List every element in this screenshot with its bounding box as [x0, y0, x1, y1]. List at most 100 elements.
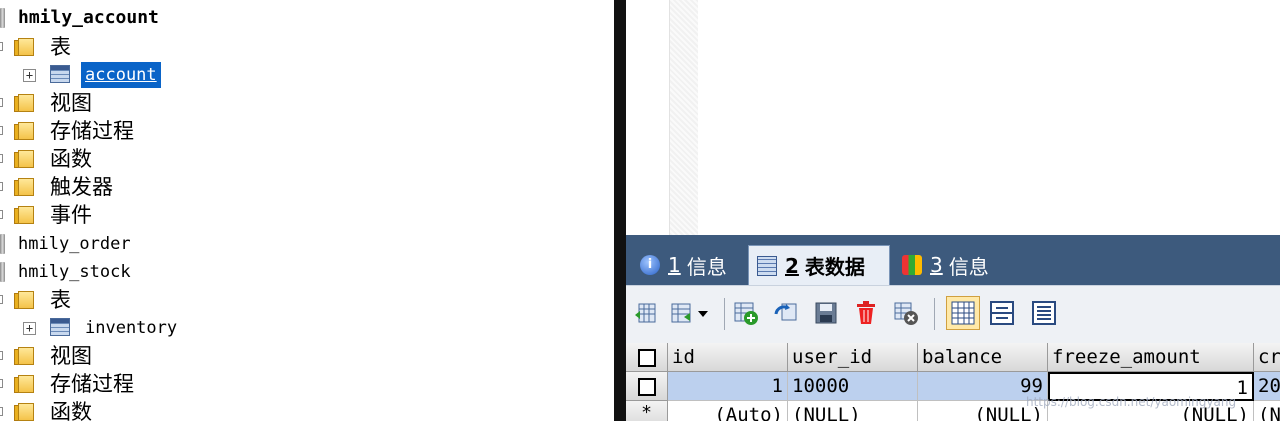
tree-connector-icon — [0, 42, 3, 51]
tab-table-data[interactable]: 2 表数据 — [748, 245, 890, 285]
tree-node-table-account[interactable]: + account — [0, 62, 161, 88]
tree-node-label: hmily_account — [18, 7, 159, 28]
folder-icon — [14, 291, 36, 309]
new-row-marker: * — [626, 401, 668, 421]
import-dropdown-icon[interactable] — [668, 299, 712, 327]
tree-connector-icon — [0, 295, 3, 304]
fold-margin — [670, 0, 698, 235]
folder-icon — [14, 178, 36, 196]
insert-row-icon[interactable] — [732, 299, 760, 327]
column-header-balance[interactable]: balance — [918, 343, 1048, 372]
result-tabs: i 1 信息 2 表数据 3 信息 — [626, 235, 1280, 285]
cell-create-time[interactable]: 20 — [1254, 372, 1280, 401]
tree-connector-icon — [0, 182, 3, 191]
tab-label: 信息 — [686, 254, 727, 279]
tree-node-table-inventory[interactable]: + inventory — [0, 315, 177, 341]
cell-create-time[interactable]: (N — [1254, 401, 1280, 421]
expand-icon[interactable]: + — [23, 69, 36, 82]
grid-toolbar — [626, 285, 1280, 343]
tree-node-label: 触发器 — [50, 175, 113, 199]
chart-icon — [902, 255, 922, 275]
tree-node-db-hmily-order[interactable]: hmily_order — [0, 231, 131, 257]
tab-label: 信息 — [948, 254, 989, 279]
table-icon — [50, 318, 70, 336]
tab-number: 3 — [930, 253, 943, 277]
cell-id[interactable]: 1 — [668, 372, 788, 401]
tab-number: 2 — [785, 253, 799, 278]
delete-icon[interactable] — [852, 299, 880, 327]
line-number-gutter — [626, 0, 670, 235]
database-icon — [0, 262, 5, 282]
tree-node-triggers[interactable]: 触发器 — [0, 174, 113, 200]
object-browser-tree: hmily_account 表 + account 视图 存储过程 函数 触发器 — [0, 0, 614, 421]
export-icon[interactable] — [632, 299, 660, 327]
row-select-checkbox[interactable] — [626, 372, 668, 401]
tree-node-label: 存储过程 — [50, 372, 134, 396]
tree-node-label: 事件 — [50, 203, 92, 227]
folder-icon — [14, 94, 36, 112]
tree-node-label: hmily_stock — [18, 262, 131, 282]
tab-label: 表数据 — [804, 255, 865, 279]
column-header-id[interactable]: id — [668, 343, 788, 372]
tab-info-3[interactable]: 3 信息 — [894, 245, 1014, 285]
tree-node-label: 表 — [50, 35, 71, 59]
tree-node-label: hmily_order — [18, 234, 131, 254]
tree-node-procedures[interactable]: 存储过程 — [0, 118, 134, 144]
tree-node-events[interactable]: 事件 — [0, 202, 92, 228]
cell-user-id[interactable]: 10000 — [788, 372, 918, 401]
database-icon — [0, 8, 5, 28]
folder-icon — [14, 122, 36, 140]
tree-node-views[interactable]: 视图 — [0, 343, 92, 369]
tree-node-label: 函数 — [50, 400, 92, 421]
tree-node-label: 表 — [50, 288, 71, 312]
query-panel: i 1 信息 2 表数据 3 信息 id user_id balance fre… — [626, 0, 1280, 421]
form-view-icon[interactable] — [988, 299, 1016, 327]
folder-icon — [14, 347, 36, 365]
folder-icon — [14, 38, 36, 56]
tab-number: 1 — [668, 253, 681, 277]
cancel-icon[interactable] — [892, 299, 920, 327]
tree-node-label: 视图 — [50, 91, 92, 115]
cell-id[interactable]: (Auto) — [668, 401, 788, 421]
panel-splitter[interactable] — [614, 0, 626, 421]
column-header-create-time[interactable]: cr — [1254, 343, 1280, 372]
tab-info-1[interactable]: i 1 信息 — [632, 245, 744, 285]
info-icon: i — [640, 255, 660, 275]
tree-node-db-hmily-stock[interactable]: hmily_stock — [0, 259, 131, 285]
tree-node-functions[interactable]: 函数 — [0, 146, 92, 172]
tree-connector-icon — [0, 407, 3, 416]
table-icon — [50, 65, 70, 83]
folder-icon — [14, 375, 36, 393]
query-editor[interactable] — [626, 0, 1280, 235]
refresh-icon[interactable] — [772, 299, 800, 327]
tree-node-label: 视图 — [50, 344, 92, 368]
column-header-user-id[interactable]: user_id — [788, 343, 918, 372]
database-icon — [0, 234, 5, 254]
tree-connector-icon — [0, 379, 3, 388]
tree-connector-icon — [0, 98, 3, 107]
save-icon[interactable] — [812, 299, 840, 327]
toolbar-separator — [934, 298, 935, 330]
select-all-checkbox[interactable] — [626, 343, 668, 372]
column-header-freeze-amount[interactable]: freeze_amount — [1048, 343, 1254, 372]
table-grid-icon — [757, 255, 777, 276]
tree-connector-icon — [0, 154, 3, 163]
text-view-icon[interactable] — [1030, 299, 1058, 327]
grid-view-icon[interactable] — [946, 296, 980, 330]
result-grid: id user_id balance freeze_amount cr 1 10… — [626, 343, 1280, 421]
folder-icon — [14, 150, 36, 168]
tree-node-views[interactable]: 视图 — [0, 90, 92, 116]
cell-user-id[interactable]: (NULL) — [788, 401, 918, 421]
tree-node-tables[interactable]: 表 — [0, 287, 71, 313]
tree-node-label: 函数 — [50, 147, 92, 171]
watermark: https://blog.csdn.net/yaomingyang — [1026, 395, 1237, 409]
tree-node-label: account — [81, 62, 161, 88]
tree-node-label: 存储过程 — [50, 119, 134, 143]
tree-node-procedures[interactable]: 存储过程 — [0, 371, 134, 397]
folder-icon — [14, 403, 36, 421]
tree-node-db-hmily-account[interactable]: hmily_account — [0, 5, 159, 31]
folder-icon — [14, 206, 36, 224]
tree-node-functions[interactable]: 函数 — [0, 399, 92, 421]
tree-node-tables[interactable]: 表 — [0, 34, 71, 60]
expand-icon[interactable]: + — [23, 322, 36, 335]
